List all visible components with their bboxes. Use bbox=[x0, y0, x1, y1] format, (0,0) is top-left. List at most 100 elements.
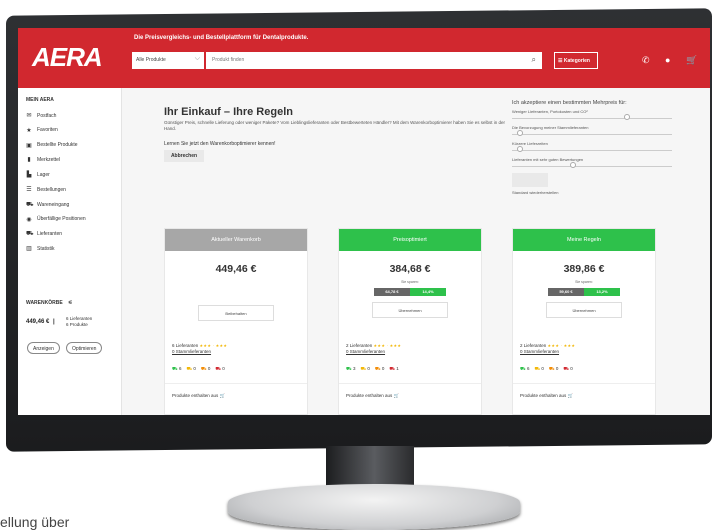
column-price: 389,86 € bbox=[563, 263, 605, 275]
slider-handle[interactable] bbox=[517, 130, 523, 136]
savings-bar: 64,78 €14,4% bbox=[374, 288, 446, 296]
sidebar-item-label: Bestellungen bbox=[37, 186, 66, 193]
search-input[interactable]: Produkt finden ⌕ bbox=[206, 52, 542, 69]
category-select[interactable]: Alle Produkte ⌵ bbox=[132, 52, 204, 69]
user-icon[interactable]: ● bbox=[665, 55, 670, 65]
supplier-count: 2 Lieferanten bbox=[520, 343, 547, 348]
basket-total-value: 449,46 € bbox=[26, 319, 50, 325]
delivery-truck: ⛟ 6 bbox=[172, 366, 181, 373]
delivery-count: 3 bbox=[352, 366, 356, 371]
supplier-summary: 2 Lieferanten ★★★ · ★★★ 0 Stammlieferante… bbox=[520, 343, 575, 355]
delivery-count: 0 bbox=[570, 366, 573, 371]
categories-button[interactable]: ☰ Kategorien bbox=[554, 52, 598, 69]
column-price: 449,46 € bbox=[215, 263, 257, 275]
rating-stars: ★★★ · ★★★ bbox=[373, 343, 402, 348]
preference-slider[interactable] bbox=[512, 162, 672, 168]
column-divider bbox=[513, 383, 655, 384]
column-price: 384,68 € bbox=[389, 263, 431, 275]
preference-slider[interactable] bbox=[512, 146, 672, 152]
bookmark-icon: ▮ bbox=[27, 157, 31, 164]
products-from-label: Produkte enthalten aus bbox=[172, 393, 219, 398]
category-select-value: Alle Produkte bbox=[136, 57, 166, 63]
option-column: Aktueller Warenkorb 449,46 € Beibehalten 6 … bbox=[164, 228, 308, 415]
column-footer[interactable]: Produkte enthalten aus 🛒 bbox=[520, 393, 573, 399]
stammlieferanten-link[interactable]: 0 Stammlieferanten bbox=[346, 349, 401, 355]
preference-slider[interactable] bbox=[512, 114, 672, 120]
cart-icon[interactable]: 🛒 bbox=[686, 55, 697, 66]
preference-slider[interactable] bbox=[512, 130, 672, 136]
truck-icon: ⛟ bbox=[548, 366, 555, 371]
slider-track-line bbox=[512, 117, 672, 119]
stammlieferanten-link[interactable]: 0 Stammlieferanten bbox=[520, 349, 575, 355]
main-content: Ihr Einkauf – Ihre Regeln Günstiger Prei… bbox=[122, 88, 710, 415]
show-basket-button[interactable]: Anzeigen bbox=[27, 342, 60, 354]
truck-icon: ⛟ bbox=[215, 366, 222, 371]
truck-icon: ⛟ bbox=[360, 366, 367, 371]
sidebar-item[interactable]: ▥ Statistik bbox=[26, 245, 54, 253]
boxes-icon: ▙ bbox=[26, 172, 32, 179]
delivery-truck: ⛟ 0 bbox=[215, 366, 224, 373]
truck-icon: ⛟ bbox=[26, 231, 34, 238]
column-divider bbox=[165, 383, 307, 384]
filter-icon[interactable]: ⚟ bbox=[68, 300, 72, 306]
slider-handle[interactable] bbox=[569, 162, 576, 168]
sidebar-item[interactable]: ▮ Merkzettel bbox=[26, 156, 60, 164]
delivery-truck: ⛟ 6 bbox=[520, 366, 529, 373]
slider-label: Lieferanten mit sehr guten Bewertungen bbox=[512, 157, 584, 162]
optimize-basket-button[interactable]: Optimieren bbox=[66, 342, 103, 354]
sidebar-item[interactable]: ⛟ Lieferanten bbox=[26, 230, 62, 238]
cancel-button[interactable]: Abbrechen bbox=[164, 150, 204, 162]
truck-incoming-icon: ⛟ bbox=[26, 201, 34, 208]
phone-icon[interactable]: ✆ bbox=[642, 55, 650, 66]
cart-icon: 🛒 bbox=[567, 393, 574, 398]
slider-track-line bbox=[512, 133, 672, 135]
sidebar-item[interactable]: ☰ Bestellungen bbox=[26, 186, 66, 194]
sidebar-heading: MEIN AERA bbox=[26, 97, 54, 103]
sidebar-item[interactable]: ▣ Bestellte Produkte bbox=[26, 142, 77, 149]
truck-icon: ⛟ bbox=[200, 366, 207, 371]
truck-icon: ⛟ bbox=[534, 366, 541, 371]
delivery-icons: ⛟ 6 ⛟ 0 ⛟ 0 ⛟ 0 bbox=[520, 366, 573, 373]
apply-button[interactable]: Übernehmen bbox=[372, 302, 448, 318]
sidebar-item[interactable]: ◉ Überfällige Positionen bbox=[26, 216, 85, 223]
slider-label: Die Bevorzugung meiner Stammlieferanten bbox=[512, 125, 589, 130]
search-icon[interactable]: ⌕ bbox=[532, 55, 536, 65]
column-divider bbox=[339, 383, 481, 384]
apply-button[interactable]: Übernehmen bbox=[546, 302, 622, 318]
categories-button-label: Kategorien bbox=[563, 58, 590, 64]
basket-meta: 6 Lieferanten 6 Produkte bbox=[66, 316, 92, 328]
keep-button[interactable]: Beibehalten bbox=[198, 305, 274, 321]
sidebar-item-label: Lager bbox=[37, 171, 50, 178]
delivery-truck: ⛟ 0 bbox=[534, 366, 543, 373]
basket-separator: | bbox=[53, 319, 55, 325]
sidebar-item[interactable]: ⛟ Wareneingang bbox=[26, 201, 69, 209]
screen: AERA Die Preisvergleichs- und Bestellpla… bbox=[18, 28, 710, 415]
apply-preferences-button[interactable] bbox=[512, 173, 548, 187]
delivery-count: 0 bbox=[381, 366, 385, 371]
delivery-truck: ⛟ 0 bbox=[360, 366, 369, 373]
delivery-icons: ⛟ 3 ⛟ 0 ⛟ 0 ⛟ 1 bbox=[346, 366, 399, 373]
sidebar-item[interactable]: ✉ Postfach bbox=[26, 112, 56, 120]
reset-defaults-link[interactable]: Standard wiederherstellen bbox=[512, 190, 672, 195]
slider-handle[interactable] bbox=[517, 146, 523, 152]
column-footer[interactable]: Produkte enthalten aus 🛒 bbox=[346, 393, 399, 399]
aera-logo[interactable]: AERA bbox=[32, 42, 103, 73]
delivery-truck: ⛟ 0 bbox=[549, 366, 558, 373]
slider-handle[interactable] bbox=[624, 114, 631, 120]
delivery-truck: ⛟ 0 bbox=[186, 366, 195, 373]
sidebar-item[interactable]: ★ Favoriten bbox=[26, 127, 58, 134]
supplier-summary: 2 Lieferanten ★★★ · ★★★ 0 Stammlieferante… bbox=[346, 343, 401, 355]
learn-more-link[interactable]: Lernen Sie jetzt den Warenkorboptimierer… bbox=[164, 141, 276, 147]
delivery-count: 6 bbox=[526, 366, 530, 371]
column-footer[interactable]: Produkte enthalten aus 🛒 bbox=[172, 393, 225, 399]
sidebar-item[interactable]: ▙ Lager bbox=[26, 171, 50, 179]
delivery-count: 0 bbox=[207, 366, 211, 371]
delivery-count: 0 bbox=[222, 366, 225, 371]
savings-amount: 59,60 € bbox=[548, 288, 584, 296]
search-placeholder: Produkt finden bbox=[212, 57, 245, 63]
baskets-heading: WARENKÖRBE ⚟ bbox=[26, 300, 73, 306]
savings-percent: 14,4% bbox=[410, 288, 446, 296]
chart-icon: ▥ bbox=[26, 246, 32, 253]
stammlieferanten-link[interactable]: 0 Stammlieferanten bbox=[172, 349, 227, 355]
truck-icon: ⛟ bbox=[520, 366, 526, 371]
